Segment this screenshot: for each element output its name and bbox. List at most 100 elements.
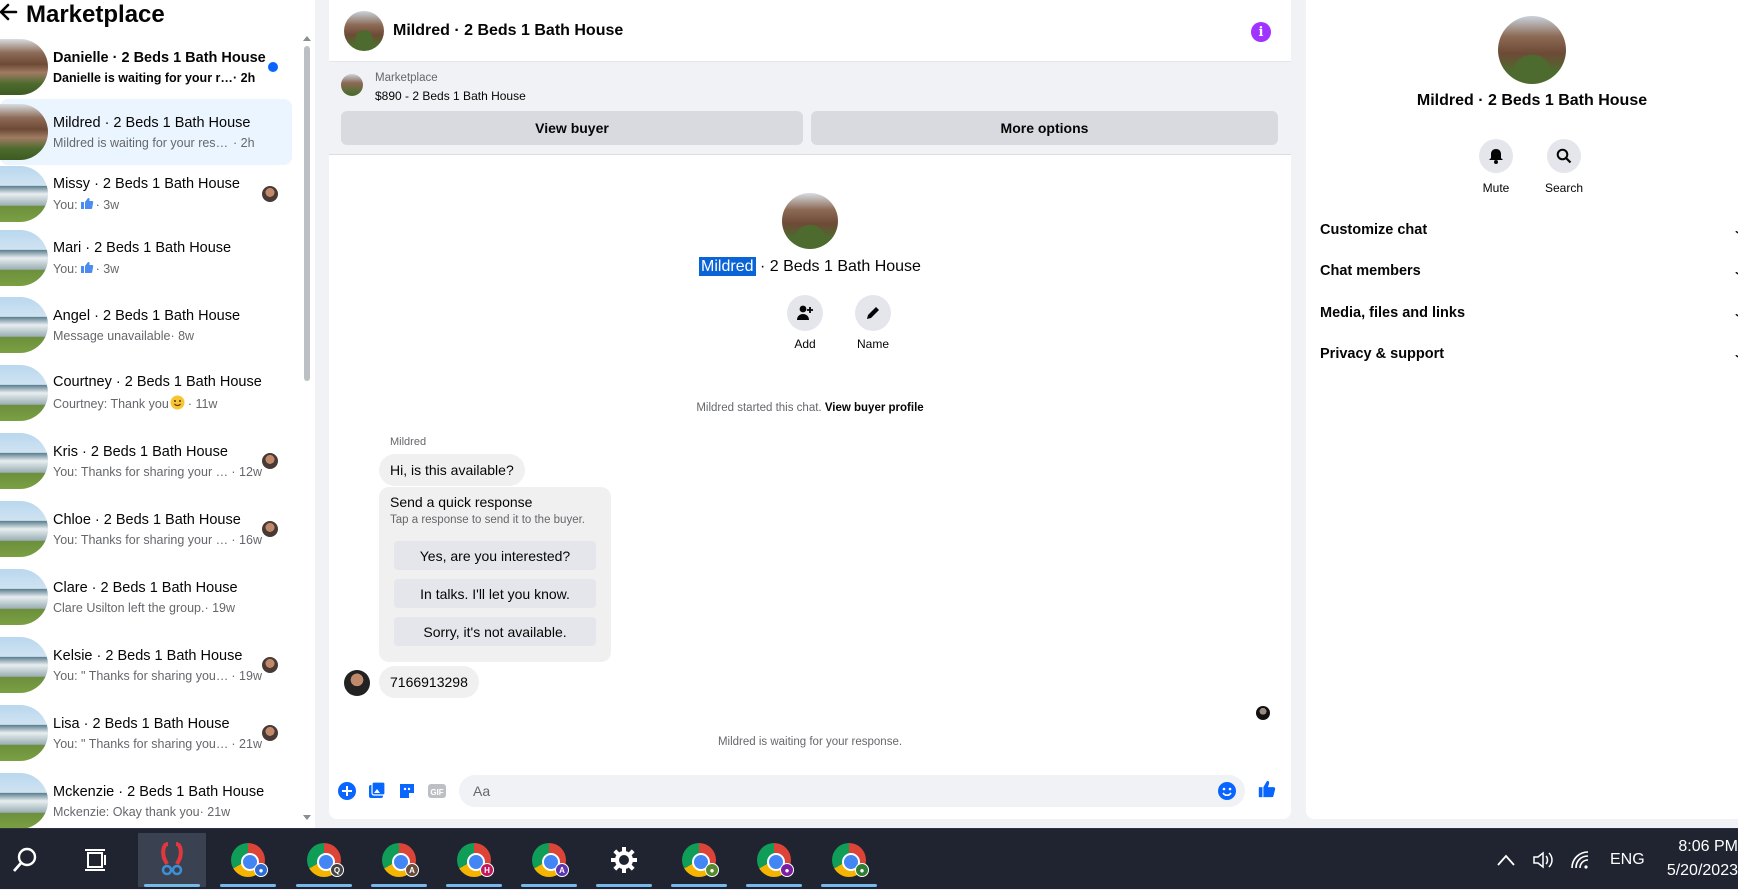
taskbar-chrome-5[interactable]: A <box>515 833 583 887</box>
section-label: Chat members <box>1320 263 1421 279</box>
conversation-title: Clare · 2 Beds 1 Bath House <box>53 579 238 596</box>
taskbar-settings[interactable] <box>590 833 658 887</box>
taskbar-chrome-6[interactable]: ● <box>665 833 733 887</box>
conversation-time: · 21w <box>231 736 262 751</box>
chat-center-avatar[interactable] <box>782 193 838 249</box>
scroll-down-arrow-icon[interactable] <box>303 815 311 820</box>
conversation-time: · 19w <box>231 668 262 683</box>
gif-icon[interactable]: GIF <box>427 781 447 801</box>
info-icon[interactable]: i <box>1251 22 1271 42</box>
emoji-icon[interactable] <box>1217 781 1237 801</box>
conversation-item[interactable]: Mildred · 2 Beds 1 Bath House Mildred is … <box>0 99 292 165</box>
sender-avatar[interactable] <box>344 670 370 696</box>
conversation-text: Mari · 2 Beds 1 Bath House You: · 3w <box>53 240 292 277</box>
taskbar-chrome-1[interactable]: ● <box>214 833 282 887</box>
taskbar-chrome-8[interactable]: ● <box>815 833 883 887</box>
taskbar-clock[interactable]: 8:06 PM 5/20/2023 <box>1660 835 1738 883</box>
conversation-item[interactable]: Lisa · 2 Beds 1 Bath House You: " Thanks … <box>0 700 292 766</box>
search-conversation-button[interactable]: Search <box>1534 139 1594 195</box>
listing-thumbnail <box>0 501 48 557</box>
taskbar-chrome-7[interactable]: ● <box>740 833 808 887</box>
photo-icon[interactable] <box>367 781 387 801</box>
quick-response-yes-button[interactable]: Yes, are you interested? <box>394 541 596 570</box>
scroll-up-arrow-icon[interactable] <box>303 36 311 41</box>
taskbar-search-button[interactable] <box>0 833 50 887</box>
chat-info-panel: Mildred · 2 Beds 1 Bath House Mute Searc… <box>1306 0 1738 819</box>
taskbar-app-snipping[interactable] <box>138 833 206 887</box>
language-indicator[interactable]: ENG <box>1610 829 1645 890</box>
name-label: Name <box>856 337 889 351</box>
mute-button[interactable]: Mute <box>1466 139 1526 195</box>
profile-badge: Q <box>330 863 344 877</box>
running-indicator <box>220 884 276 887</box>
taskbar-chrome-3[interactable]: A <box>365 833 433 887</box>
add-people-button[interactable]: Add <box>775 295 835 351</box>
thumbs-up-icon[interactable] <box>1257 779 1277 799</box>
network-button[interactable] <box>1570 829 1594 890</box>
conversation-item[interactable]: Chloe · 2 Beds 1 Bath House You: Thanks f… <box>0 496 292 562</box>
privacy-support-section[interactable]: Privacy & support ⌄ <box>1320 342 1738 366</box>
conversation-item[interactable]: Mari · 2 Beds 1 Bath House You: · 3w <box>0 225 292 291</box>
preview-text: Mckenzie: Okay thank you <box>53 804 200 819</box>
conversation-preview: You: · 3w <box>53 261 292 277</box>
taskbar-chrome-2[interactable]: Q <box>290 833 358 887</box>
conversation-item[interactable]: Clare · 2 Beds 1 Bath House Clare Usilton… <box>0 564 292 630</box>
sidebar-header: Marketplace <box>0 0 165 30</box>
conversation-text: Missy · 2 Beds 1 Bath House You: · 3w <box>53 176 262 213</box>
running-indicator <box>446 884 502 887</box>
plus-circle-icon[interactable] <box>337 781 357 801</box>
conversation-item[interactable]: Danielle · 2 Beds 1 Bath House Danielle i… <box>0 34 292 100</box>
search-icon <box>12 847 37 872</box>
conversation-text: Kris · 2 Beds 1 Bath House You: Thanks fo… <box>53 444 262 479</box>
conversation-text: Kelsie · 2 Beds 1 Bath House You: " Thank… <box>53 648 262 683</box>
conversation-title: Danielle · 2 Beds 1 Bath House <box>53 49 266 66</box>
conversation-text: Chloe · 2 Beds 1 Bath House You: Thanks f… <box>53 512 262 547</box>
preview-text: You: <box>53 261 78 276</box>
conversation-item[interactable]: Mckenzie · 2 Beds 1 Bath House Mckenzie: … <box>0 768 292 828</box>
media-files-links-section[interactable]: Media, files and links ⌄ <box>1320 301 1738 325</box>
conversation-item[interactable]: Angel · 2 Beds 1 Bath House Message unava… <box>0 292 292 358</box>
section-label: Customize chat <box>1320 222 1428 238</box>
listing-thumbnail[interactable] <box>341 74 363 96</box>
listing-thumbnail <box>0 705 48 761</box>
chevron-up-icon <box>1497 854 1515 866</box>
info-panel-avatar[interactable] <box>1498 16 1566 84</box>
chat-started-notice: Mildred started this chat. View buyer pr… <box>329 402 1291 414</box>
messenger-app: Marketplace Danielle · 2 Beds 1 Bath Hou… <box>0 0 1738 828</box>
conversation-item[interactable]: Kelsie · 2 Beds 1 Bath House You: " Thank… <box>0 632 292 698</box>
conversation-item[interactable]: Missy · 2 Beds 1 Bath House You: · 3w <box>0 161 292 227</box>
message-bubble[interactable]: Hi, is this available? <box>379 454 525 486</box>
sidebar-scrollbar[interactable] <box>301 32 313 828</box>
more-options-button[interactable]: More options <box>811 111 1278 145</box>
conversation-time: · 16w <box>231 532 262 547</box>
conversation-time: · 3w <box>95 197 120 212</box>
sticker-icon[interactable] <box>397 781 417 801</box>
edit-name-button[interactable]: Name <box>843 295 903 351</box>
task-view-button[interactable] <box>62 833 130 887</box>
conversation-item[interactable]: Courtney · 2 Beds 1 Bath House Courtney: … <box>0 360 292 426</box>
phone-message-bubble[interactable]: 7166913298 <box>379 666 479 698</box>
profile-badge-icon: ● <box>855 863 869 877</box>
taskbar-chrome-4[interactable]: H <box>440 833 508 887</box>
chat-panel: Mildred · 2 Beds 1 Bath House i Marketpl… <box>329 0 1291 819</box>
quick-response-in-talks-button[interactable]: In talks. I'll let you know. <box>394 579 596 608</box>
chevron-down-icon: ⌄ <box>1732 223 1738 237</box>
back-arrow-icon[interactable] <box>0 1 20 29</box>
view-buyer-button[interactable]: View buyer <box>341 111 803 145</box>
chat-center-title: Mildred · 2 Beds 1 Bath House <box>329 257 1291 276</box>
chat-started-text: Mildred started this chat. <box>696 402 825 414</box>
chat-members-section[interactable]: Chat members ⌄ <box>1320 259 1738 283</box>
quick-response-not-available-button[interactable]: Sorry, it's not available. <box>394 617 596 646</box>
listing-price[interactable]: $890 - 2 Beds 1 Bath House <box>375 89 526 103</box>
view-buyer-profile-link[interactable]: View buyer profile <box>825 402 924 414</box>
chat-header-avatar[interactable] <box>344 10 384 51</box>
volume-button[interactable] <box>1532 829 1556 890</box>
chat-header-title[interactable]: Mildred · 2 Beds 1 Bath House <box>393 22 623 40</box>
tray-overflow-button[interactable] <box>1496 829 1516 890</box>
message-input[interactable]: Aa <box>459 775 1245 807</box>
conversation-preview: You: " Thanks for sharing your ... · 19w <box>53 669 262 683</box>
customize-chat-section[interactable]: Customize chat ⌄ <box>1320 218 1738 242</box>
scroll-thumb[interactable] <box>304 46 310 381</box>
chat-header: Mildred · 2 Beds 1 Bath House i <box>329 0 1291 62</box>
conversation-item[interactable]: Kris · 2 Beds 1 Bath House You: Thanks fo… <box>0 428 292 494</box>
